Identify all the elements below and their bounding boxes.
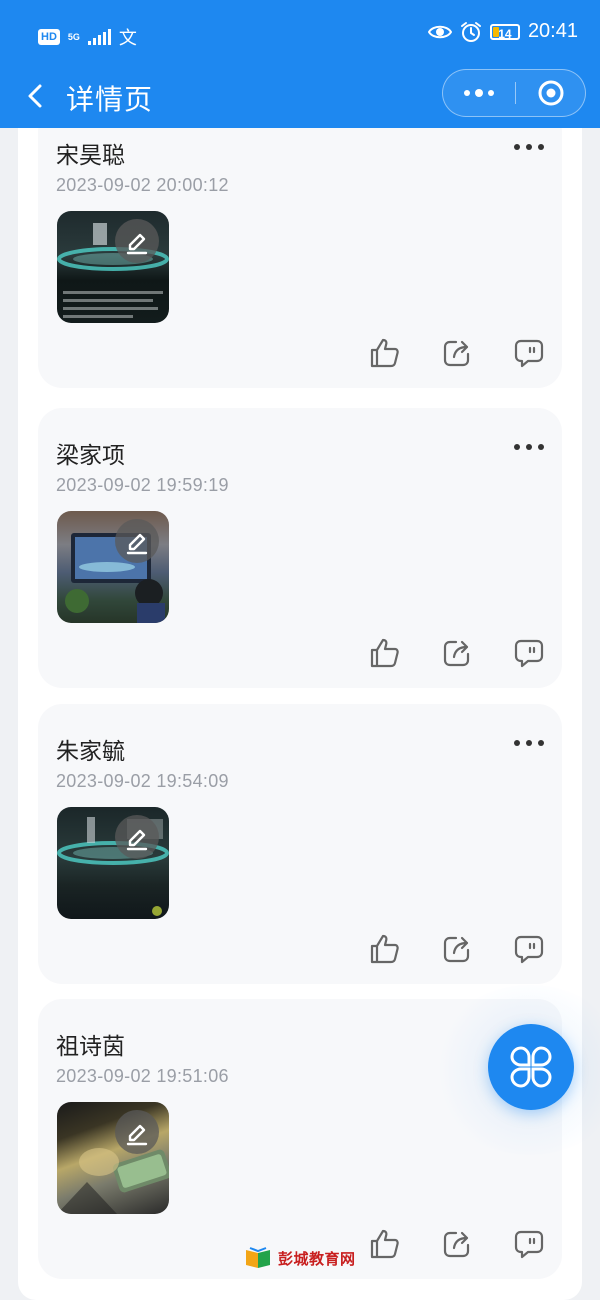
watermark: 彭城教育网	[244, 1246, 356, 1270]
comment-icon[interactable]	[512, 336, 546, 370]
post-image[interactable]	[57, 511, 169, 623]
post-actions	[368, 932, 546, 966]
share-icon[interactable]	[440, 1227, 474, 1261]
menu-grid-icon[interactable]	[488, 1024, 574, 1110]
post-actions	[368, 1227, 546, 1261]
chevron-left-icon[interactable]	[22, 82, 50, 110]
comment-icon[interactable]	[512, 636, 546, 670]
hd-badge: HD	[38, 29, 60, 45]
eye-icon	[427, 25, 452, 38]
post-card: 宋昊聪 2023-09-02 20:00:12	[38, 108, 562, 388]
app-header: HD 5G 文 14 20:41 详情页	[0, 0, 600, 128]
post-author: 祖诗茵	[56, 1033, 125, 1059]
edit-icon[interactable]	[115, 519, 159, 563]
book-logo-icon	[246, 1247, 270, 1268]
post-card: 朱家毓 2023-09-02 19:54:09	[38, 704, 562, 984]
page-title: 详情页	[66, 84, 154, 115]
post-image[interactable]	[57, 1102, 169, 1214]
watermark-text: 彭城教育网	[278, 1250, 356, 1268]
post-image[interactable]	[57, 211, 169, 323]
thumbs-up-icon[interactable]	[368, 336, 402, 370]
post-timestamp: 2023-09-02 19:59:19	[56, 475, 229, 495]
more-options-icon[interactable]	[514, 438, 544, 456]
post-timestamp: 2023-09-02 19:51:06	[56, 1066, 229, 1086]
battery-icon: 14	[489, 23, 520, 41]
comment-icon[interactable]	[512, 1227, 546, 1261]
post-author: 宋昊聪	[56, 142, 125, 168]
post-actions	[368, 636, 546, 670]
text-input-icon: 文	[118, 28, 137, 48]
post-image[interactable]	[57, 807, 169, 919]
comment-icon[interactable]	[512, 932, 546, 966]
post-card: 梁家项 2023-09-02 19:59:19	[38, 408, 562, 688]
thumbs-up-icon[interactable]	[368, 1227, 402, 1261]
more-dots-icon[interactable]	[443, 70, 515, 116]
share-icon[interactable]	[440, 636, 474, 670]
edit-icon[interactable]	[115, 815, 159, 859]
capsule-divider	[515, 82, 516, 104]
edit-icon[interactable]	[115, 1110, 159, 1154]
post-author: 梁家项	[56, 442, 125, 468]
target-circle-icon[interactable]	[537, 79, 565, 107]
more-options-icon[interactable]	[514, 138, 544, 156]
mini-program-capsule	[442, 69, 586, 117]
nav-bar: 详情页	[0, 68, 600, 128]
network-type: 5G	[67, 31, 80, 42]
clock: 20:41	[527, 20, 578, 42]
post-timestamp: 2023-09-02 20:00:12	[56, 175, 229, 195]
more-options-icon[interactable]	[514, 734, 544, 752]
thumbs-up-icon[interactable]	[368, 636, 402, 670]
post-timestamp: 2023-09-02 19:54:09	[56, 771, 229, 791]
post-actions	[368, 336, 546, 370]
edit-icon[interactable]	[115, 219, 159, 263]
status-bar: HD 5G 文 14 20:41	[0, 0, 600, 68]
share-icon[interactable]	[440, 336, 474, 370]
share-icon[interactable]	[440, 932, 474, 966]
post-author: 朱家毓	[56, 738, 125, 764]
battery-level: 14	[498, 26, 512, 41]
thumbs-up-icon[interactable]	[368, 932, 402, 966]
alarm-icon	[460, 21, 481, 42]
signal-icon	[87, 29, 111, 45]
